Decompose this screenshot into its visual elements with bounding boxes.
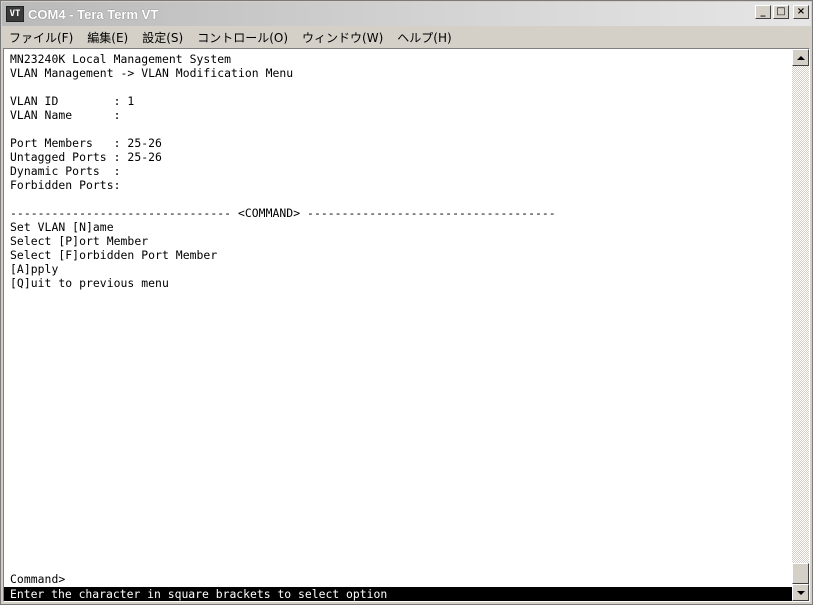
arrow-down-icon: [796, 590, 805, 595]
terminal-line-dynamic-ports: Dynamic Ports :: [10, 164, 121, 178]
terminal-option-quit: [Q]uit to previous menu: [10, 276, 169, 290]
terminal-option-select-port-member: Select [P]ort Member: [10, 234, 149, 248]
arrow-up-icon: [796, 55, 805, 60]
command-prompt[interactable]: Command>: [10, 572, 65, 586]
terminal-frame: MN23240K Local Management System VLAN Ma…: [3, 48, 810, 602]
minimize-button[interactable]: _: [755, 5, 771, 19]
status-hint-bar: Enter the character in square brackets t…: [4, 587, 792, 601]
menu-edit[interactable]: 編集(E): [80, 29, 135, 46]
terminal-line-untagged-ports: Untagged Ports : 25-26: [10, 150, 162, 164]
close-button[interactable]: ×: [793, 5, 809, 19]
terminal-line-system-name: MN23240K Local Management System: [10, 52, 232, 66]
terminal-option-apply: [A]pply: [10, 262, 59, 276]
menu-bar: ファイル(F) 編集(E) 設定(S) コントロール(O) ウィンドウ(W) ヘ…: [2, 26, 811, 48]
terminal-line-port-members: Port Members : 25-26: [10, 136, 162, 150]
terminal-line-breadcrumb: VLAN Management -> VLAN Modification Men…: [10, 66, 294, 80]
menu-file[interactable]: ファイル(F): [2, 29, 80, 46]
terminal-line-vlan-name: VLAN Name :: [10, 108, 121, 122]
scrollbar-thumb[interactable]: [792, 563, 809, 584]
menu-setup[interactable]: 設定(S): [135, 29, 190, 46]
title-bar[interactable]: VT COM4 - Tera Term VT _ □ ×: [2, 2, 811, 26]
scroll-up-button[interactable]: [792, 49, 809, 66]
scroll-down-button[interactable]: [792, 584, 809, 601]
terminal-window: VT COM4 - Tera Term VT _ □ × ファイル(F) 編集(…: [0, 0, 813, 605]
window-title: COM4 - Tera Term VT: [28, 6, 159, 22]
terminal-line-vlan-id: VLAN ID : 1: [10, 94, 135, 108]
terminal-line-forbidden-ports: Forbidden Ports:: [10, 178, 121, 192]
tera-term-app-icon[interactable]: VT: [6, 6, 24, 22]
terminal-option-set-vlan-name: Set VLAN [N]ame: [10, 220, 114, 234]
maximize-button[interactable]: □: [773, 5, 789, 19]
terminal-option-select-forbidden-port: Select [F]orbidden Port Member: [10, 248, 218, 262]
terminal-line-command-divider: -------------------------------- <COMMAN…: [10, 206, 556, 220]
vertical-scrollbar[interactable]: [792, 49, 809, 601]
menu-control[interactable]: コントロール(O): [190, 29, 295, 46]
menu-help[interactable]: ヘルプ(H): [390, 29, 458, 46]
terminal-screen[interactable]: MN23240K Local Management System VLAN Ma…: [4, 49, 792, 601]
menu-window[interactable]: ウィンドウ(W): [295, 29, 390, 46]
